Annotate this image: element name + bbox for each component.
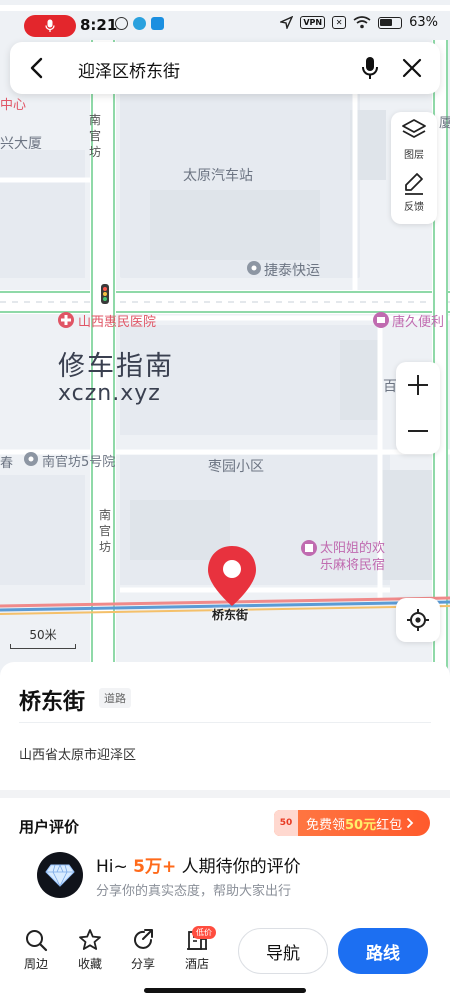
status-bar: 8:21 VPN ✕ 63% [0, 0, 450, 40]
promo-text: 免费领50元红包 [306, 814, 402, 833]
feedback-button[interactable]: 反馈 [391, 170, 437, 224]
place-info-card: 桥东街 道路 山西省太原市迎泽区 [0, 662, 450, 790]
edit-icon [405, 173, 423, 195]
crosshair-icon [407, 609, 429, 631]
voice-search-button[interactable] [354, 52, 386, 84]
map-label-center: 中心 [0, 98, 27, 113]
zoom-out-button[interactable] [396, 408, 440, 454]
route-button[interactable]: 路线 [338, 928, 428, 974]
review-invite[interactable]: Hi~ 5万+ 人期待你的评价 [96, 852, 301, 877]
promo-prefix: 免费领 [306, 817, 346, 833]
telegram-icon [133, 17, 146, 30]
watermark-en: xczn.xyz [58, 381, 161, 406]
map-label-courtyard[interactable]: 南官坊5号院 [42, 451, 115, 470]
close-button[interactable] [396, 52, 428, 84]
scale-label: 50米 [29, 628, 57, 642]
map-label-right-partial: 百 [383, 379, 397, 395]
location-pin-icon[interactable] [205, 544, 259, 608]
low-price-badge: 低价 [192, 926, 216, 939]
minus-icon [408, 430, 428, 432]
search-icon [26, 930, 48, 952]
map-label-store[interactable]: 唐久便利 [392, 311, 444, 330]
avatar [37, 852, 83, 898]
place-address: 山西省太原市迎泽区 [19, 748, 137, 763]
map-label-hospital[interactable]: 山西惠民医院 [78, 311, 156, 330]
map-label-right-top: 厦 [439, 116, 450, 131]
map-label-residential[interactable]: 枣园小区 [208, 456, 264, 476]
place-type-tag: 道路 [99, 688, 131, 708]
no-sim-icon: ✕ [332, 16, 347, 29]
zoom-controls [396, 362, 440, 454]
wifi-icon [353, 16, 371, 29]
back-button[interactable] [20, 52, 52, 84]
layers-label: 图层 [404, 150, 424, 161]
street-label: 桥东街 [212, 608, 249, 622]
search-bar[interactable]: 迎泽区桥东街 [10, 42, 440, 94]
microphone-icon [362, 57, 378, 79]
locate-me-button[interactable] [396, 598, 440, 642]
location-arrow-icon [280, 16, 294, 29]
diamond-icon [45, 864, 75, 887]
search-query[interactable]: 迎泽区桥东街 [78, 57, 180, 82]
plus-icon [408, 375, 428, 395]
app-icon [151, 17, 164, 30]
scale-line [10, 644, 76, 649]
map-tools: 图层 反馈 [391, 112, 437, 224]
map-label-bus-station[interactable]: 太原汽车站 [183, 165, 253, 185]
nav-favorite[interactable]: 收藏 [68, 928, 112, 972]
status-app-icons [115, 17, 164, 30]
road-label-nanguanfang-top: 南官坊 [88, 113, 101, 159]
nav-share-label: 分享 [130, 957, 155, 971]
scale-bar: 50米 [10, 626, 76, 649]
red-packet-promo-button[interactable]: 50 免费领50元红包 [274, 810, 430, 836]
battery-icon [378, 16, 403, 29]
microphone-icon [45, 19, 55, 32]
nav-nearby[interactable]: 周边 [14, 928, 58, 972]
map-label-building: 兴大厦 [0, 136, 42, 152]
mute-icon [115, 17, 128, 30]
chevron-left-icon [30, 57, 43, 79]
review-title: 用户评价 [19, 818, 80, 836]
review-card: 用户评价 50 免费领50元红包 Hi~ 5万+ 人期待你的评价 分享你的真实态… [0, 798, 450, 920]
navigate-button[interactable]: 导航 [238, 928, 328, 974]
layers-icon [402, 119, 426, 138]
zoom-in-button[interactable] [396, 362, 440, 408]
red-envelope-icon: 50 [274, 810, 298, 836]
chevron-right-icon [406, 817, 414, 829]
status-system-icons: VPN ✕ 63% [280, 15, 438, 30]
recording-indicator [24, 15, 76, 37]
status-time: 8:21 [80, 16, 118, 34]
review-hi-suffix: 人期待你的评价 [176, 857, 301, 877]
map-label-express[interactable]: 捷泰快运 [264, 260, 320, 280]
promo-suffix: 红包 [376, 817, 403, 833]
nav-favorite-label: 收藏 [77, 957, 102, 971]
watermark-cn: 修车指南 [58, 351, 174, 382]
place-name: 桥东街 [19, 690, 86, 715]
watermark: 修车指南 xczn.xyz [58, 344, 174, 406]
nav-hotel-label: 酒店 [184, 957, 209, 971]
nav-share[interactable]: 分享 [121, 928, 165, 972]
close-icon [402, 58, 422, 78]
map-label-mahjong-line2[interactable]: 乐麻将民宿 [320, 554, 385, 573]
layers-button[interactable]: 图层 [391, 116, 437, 170]
review-hi-prefix: Hi~ [96, 857, 134, 877]
star-icon [79, 929, 101, 950]
map-view[interactable]: 中心 兴大厦 太原汽车站 捷泰快运 山西惠民医院 唐久便利 南官坊 南官坊 南官… [0, 0, 450, 675]
map-label-chun: 春 [0, 456, 14, 471]
promo-amount: 50元 [345, 817, 377, 833]
home-indicator[interactable] [144, 988, 306, 993]
nav-nearby-label: 周边 [23, 957, 48, 971]
road-label-nanguanfang-bottom: 南官坊 [98, 508, 111, 554]
vpn-icon: VPN [300, 16, 326, 29]
share-icon [134, 929, 153, 949]
review-count: 5万+ [133, 857, 177, 877]
feedback-label: 反馈 [404, 202, 424, 213]
divider [19, 722, 431, 723]
battery-percent: 63% [409, 15, 438, 30]
review-subtitle: 分享你的真实态度，帮助大家出行 [96, 884, 292, 899]
